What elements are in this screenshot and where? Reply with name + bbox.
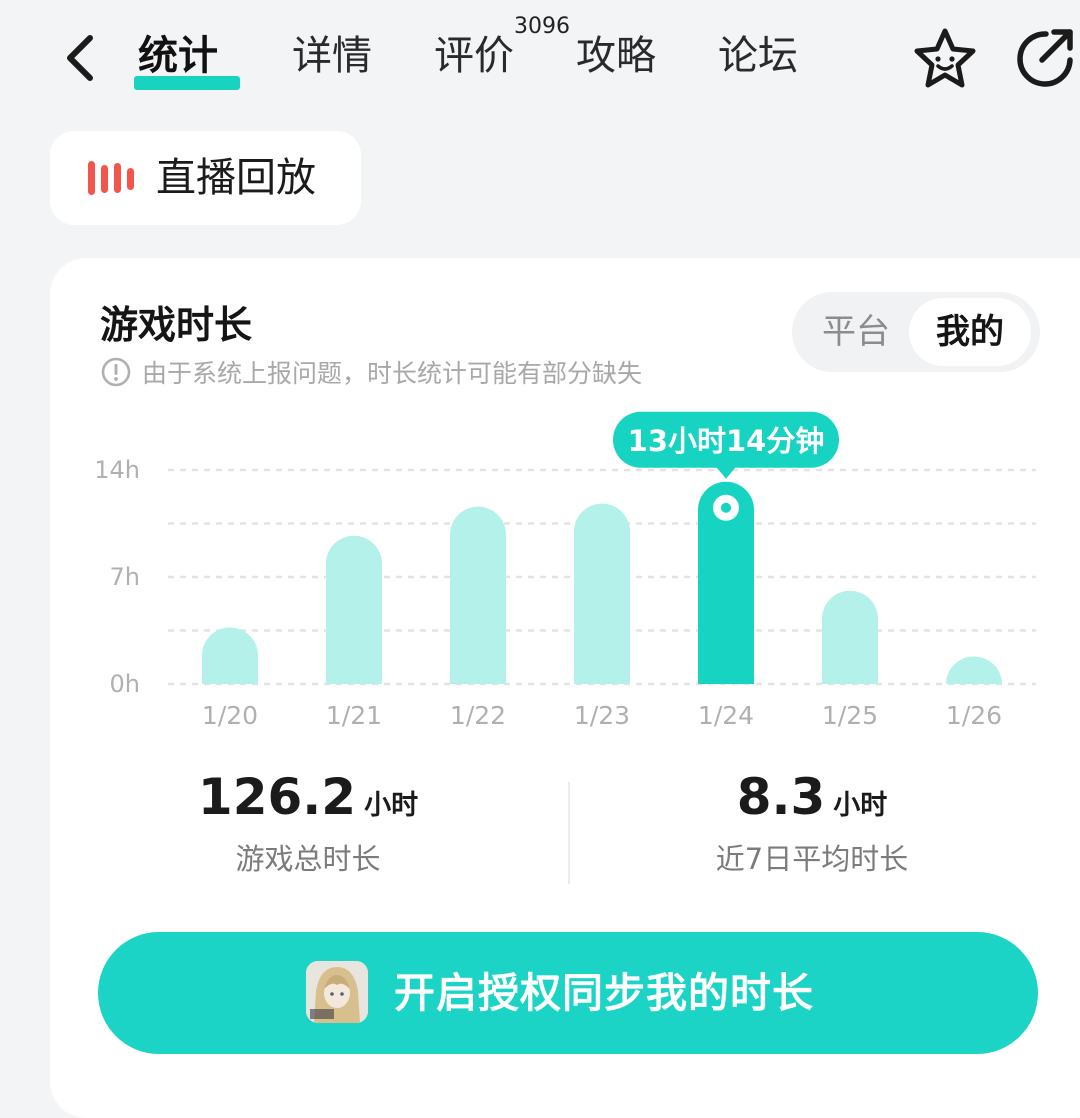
live-replay-button[interactable]: 直播回放 [50,131,361,225]
total-playtime-value: 126.2 [197,768,357,826]
total-playtime-label: 游戏总时长 [235,842,381,876]
tooltip-pointer [716,466,736,479]
y-tick-label: 14h [94,456,140,484]
sync-playtime-button[interactable]: 开启授权同步我的时长 [98,932,1038,1054]
sync-playtime-label: 开启授权同步我的时长 [394,969,814,1017]
share-icon [1017,29,1073,87]
game-avatar-image [306,961,368,1023]
x-tick-label: 1/21 [326,701,382,730]
tab-stats[interactable]: 统计 [138,26,218,86]
x-tick-label: 1/20 [202,701,258,730]
x-tick-label: 1/23 [574,701,630,730]
stats-divider [568,782,570,884]
avg-playtime-unit: 小时 [833,790,888,821]
bar [326,535,382,684]
live-replay-label: 直播回放 [156,155,316,201]
total-playtime-stat: 126.2 小时 游戏总时长 [118,768,498,878]
x-tick-label: 1/24 [698,701,754,730]
star-icon [914,28,976,88]
tab-reviews[interactable]: 评价 [434,26,514,86]
bar [574,503,630,684]
review-count-badge: 3096 [514,14,570,39]
playtime-chart: 0h 7h 14h 1/20 1/21 1/22 1/23 1/24 13小时14分钟 1/25 1… [94,411,1036,730]
y-tick-label: 0h [110,670,140,698]
total-playtime-unit: 小时 [364,790,419,821]
tab-forum[interactable]: 论坛 [718,26,798,86]
share-button[interactable] [1012,26,1078,90]
x-tick-label: 1/26 [946,701,1002,730]
x-tick-label: 1/22 [450,701,506,730]
avg-playtime-label: 近7日平均时长 [715,842,909,876]
back-button[interactable] [58,30,106,86]
bar [822,590,878,684]
bar [202,627,258,684]
bar-marker-dot [721,502,731,513]
favorite-button[interactable] [912,26,978,90]
y-tick-label: 7h [110,563,140,591]
tab-details[interactable]: 详情 [292,26,372,86]
x-tick-label: 1/25 [822,701,878,730]
top-nav: 统计 详情 评价 3096 攻略 论坛 [0,0,1080,115]
live-bars-icon [88,161,134,195]
tab-guides[interactable]: 攻略 [576,26,656,86]
chevron-left-icon [67,35,93,81]
bar [946,656,1002,684]
bar [450,506,506,684]
avg-playtime-stat: 8.3 小时 近7日平均时长 [620,768,1004,878]
avg-playtime-value: 8.3 [736,768,826,826]
tooltip-text: 13小时14分钟 [628,424,825,458]
playtime-card: 游戏时长 由于系统上报问题，时长统计可能有部分缺失 平台 我的 0h 7h 14h 1… [50,258,1080,1118]
